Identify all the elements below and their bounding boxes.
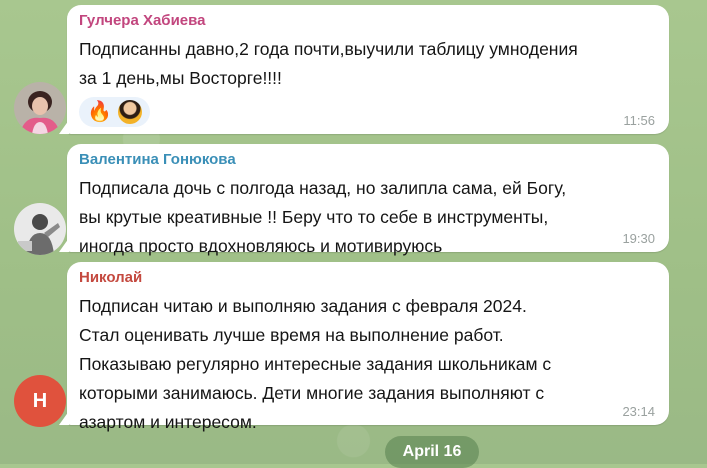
message-text: Подписанны давно,2 года почти,выучили та… — [79, 39, 578, 88]
message-author[interactable]: Гулчера Хабиева — [79, 11, 655, 31]
fire-icon: 🔥 — [87, 101, 112, 123]
message-time: 11:56 — [623, 113, 655, 128]
reactions-bar: 🔥 — [79, 97, 655, 127]
avatar-valentina[interactable] — [14, 203, 66, 255]
message-time: 23:14 — [622, 404, 655, 419]
reactor-avatar — [117, 100, 142, 124]
avatar-gulchera[interactable] — [14, 82, 66, 134]
message-author[interactable]: Валентина Гонюкова — [79, 150, 655, 170]
message-text: Подписан читаю и выполняю задания с февр… — [79, 296, 552, 432]
message-author[interactable]: Николай — [79, 268, 655, 288]
reaction-fire[interactable]: 🔥 — [79, 97, 150, 127]
message-bubble: Николай Подписан читаю и выполняю задани… — [67, 262, 669, 432]
avatar-nikolai[interactable]: Н — [14, 375, 66, 427]
message-bubble: Валентина Гонюкова Подписала дочь с полг… — [67, 144, 669, 256]
avatar-initial: Н — [32, 389, 48, 412]
message-text: Подписала дочь с полгода назад, но залип… — [79, 178, 567, 256]
date-separator: April 16 — [385, 436, 479, 468]
message-time: 19:30 — [622, 231, 655, 246]
message-bubble: Гулчера Хабиева Подписанны давно,2 года … — [67, 5, 669, 134]
